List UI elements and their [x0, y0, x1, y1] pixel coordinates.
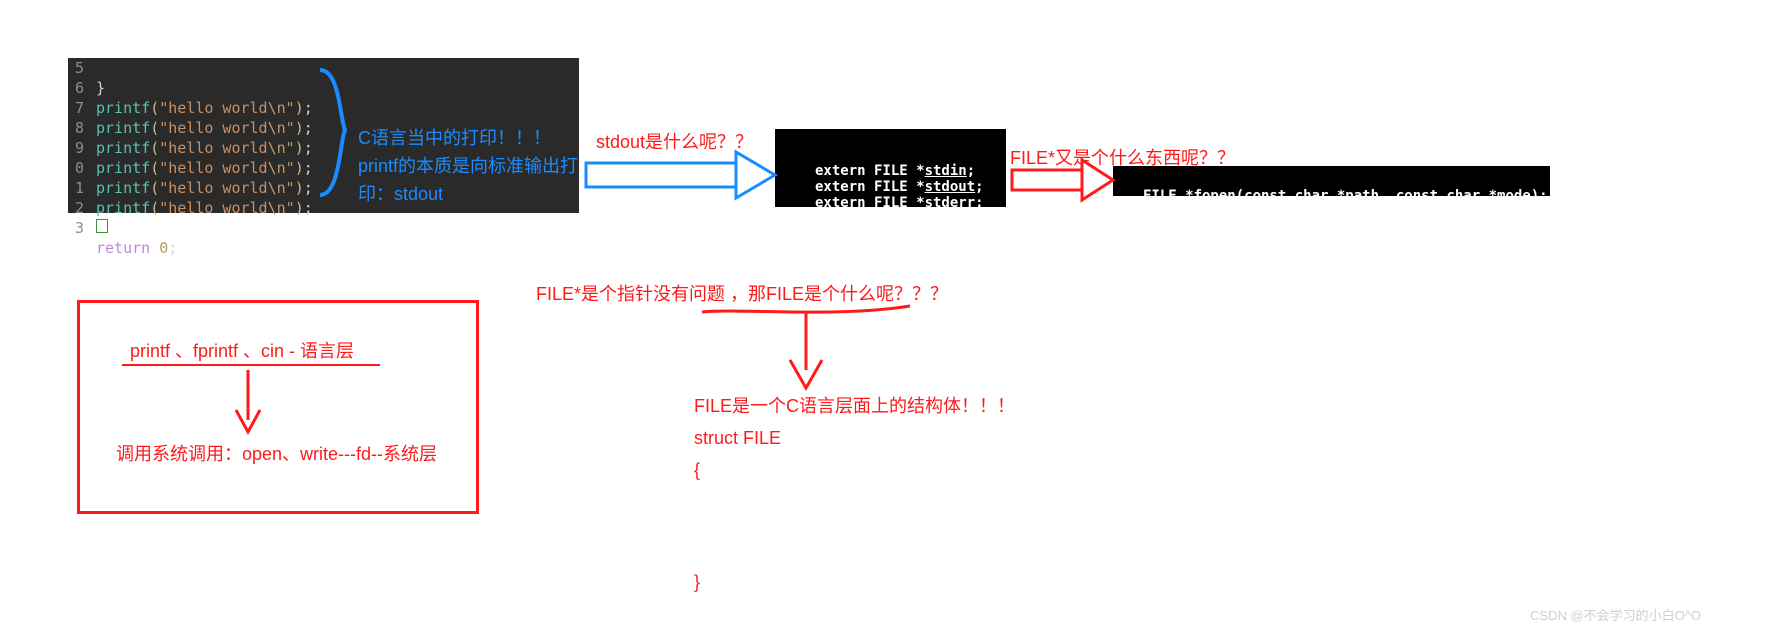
annot-stdout-question: stdout是什么呢？？: [596, 128, 753, 156]
watermark: CSDN @不会学习的小白O^O: [1530, 605, 1701, 624]
annot-c-printf: C语言当中的打印！！！ printf的本质是向标准输出打 印：stdout: [358, 124, 588, 208]
annot-struct-text: FILE是一个C语言层面上的结构体！！！ struct FILE { }: [694, 390, 1015, 598]
fopen-block: FILE *fopen(const char *path, const char…: [1113, 166, 1550, 196]
extern-block: extern FILE *stdin; extern FILE *stdout;…: [775, 129, 1006, 207]
language-layer-box: [77, 300, 479, 514]
annot-file-pointer-question: FILE*是个指针没有问题 ，那FILE是个什么呢？？？: [536, 280, 948, 308]
left-box-line2: 调用系统调用：open、write---fd--系统层: [116, 440, 437, 468]
left-box-line1: printf 、fprintf 、cin - 语言层: [130, 337, 354, 365]
line-gutter: 5 6 7 8 9 0 1 2 3: [68, 58, 86, 213]
